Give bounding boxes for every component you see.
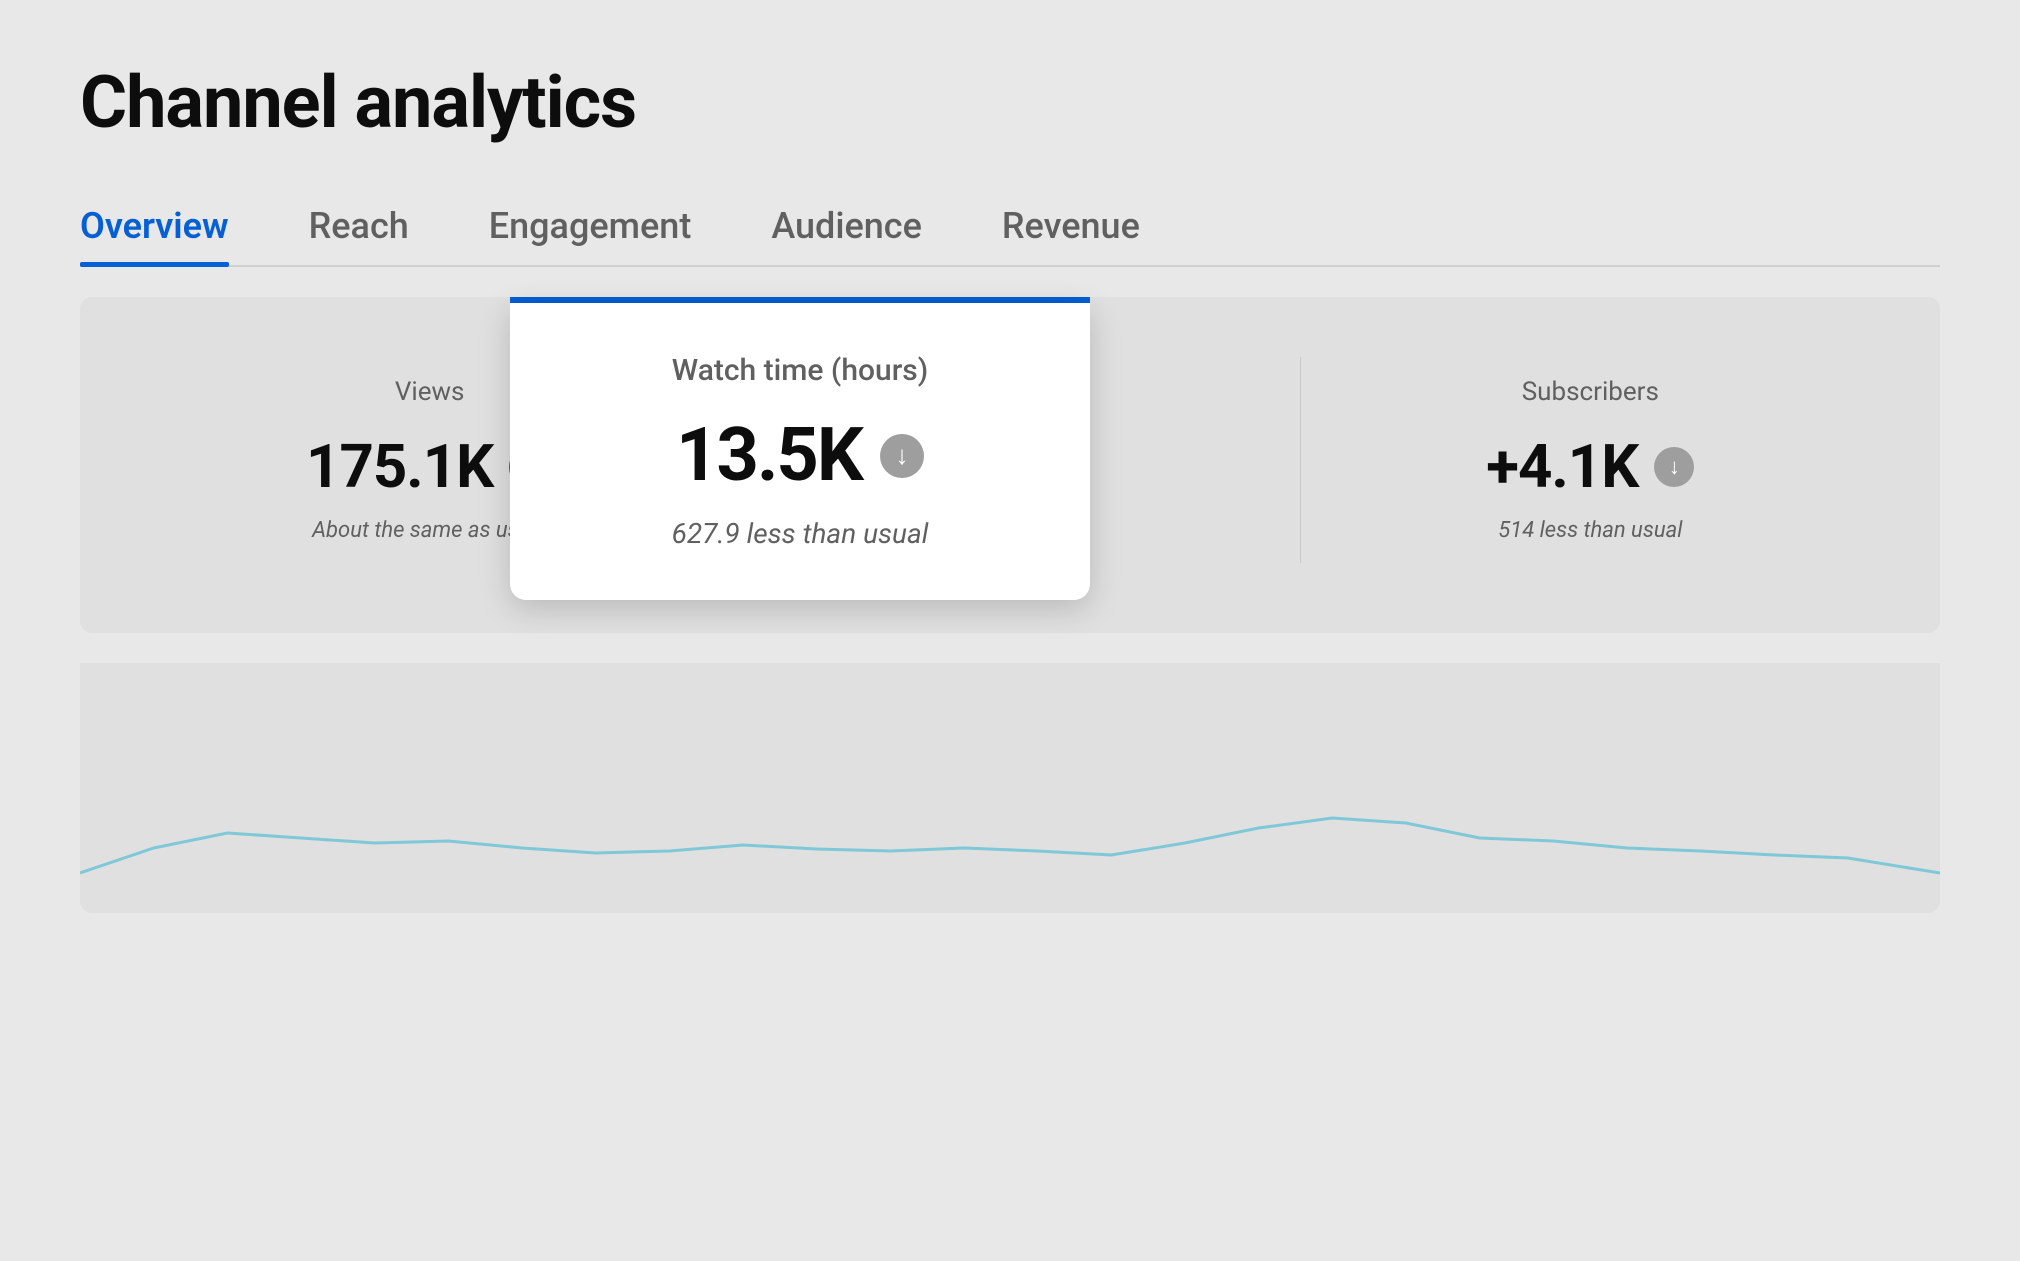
page-title: Channel analytics — [80, 60, 1940, 145]
stats-section: Views 175.1K About the same as usual Wat… — [80, 297, 1940, 913]
subscribers-trend-icon — [1654, 447, 1694, 487]
watch-time-popup: Watch time (hours) 13.5K 627.9 less than… — [510, 303, 1090, 600]
subscribers-value-row: +4.1K — [1486, 431, 1694, 502]
subscribers-label: Subscribers — [1522, 377, 1659, 407]
watch-time-popup-label: Watch time (hours) — [672, 353, 928, 388]
subscribers-block: Subscribers +4.1K 514 less than usual — [1301, 347, 1880, 573]
line-chart — [80, 663, 1940, 913]
subscribers-value: +4.1K — [1486, 431, 1638, 502]
chart-area — [80, 663, 1940, 913]
views-label: Views — [395, 377, 465, 407]
tab-engagement[interactable]: Engagement — [489, 205, 692, 265]
watch-time-popup-value-row: 13.5K — [676, 412, 924, 499]
tab-reach[interactable]: Reach — [309, 205, 409, 265]
watch-time-popup-value: 13.5K — [676, 412, 862, 499]
tab-overview[interactable]: Overview — [80, 205, 229, 265]
tabs-nav: Overview Reach Engagement Audience Reven… — [80, 205, 1940, 267]
tab-revenue[interactable]: Revenue — [1002, 205, 1140, 265]
subscribers-note: 514 less than usual — [1498, 518, 1682, 543]
tab-audience[interactable]: Audience — [771, 205, 922, 265]
watch-time-popup-trend-icon — [880, 434, 924, 478]
views-value: 175.1K — [306, 431, 493, 502]
watch-time-popup-note: 627.9 less than usual — [672, 517, 929, 550]
